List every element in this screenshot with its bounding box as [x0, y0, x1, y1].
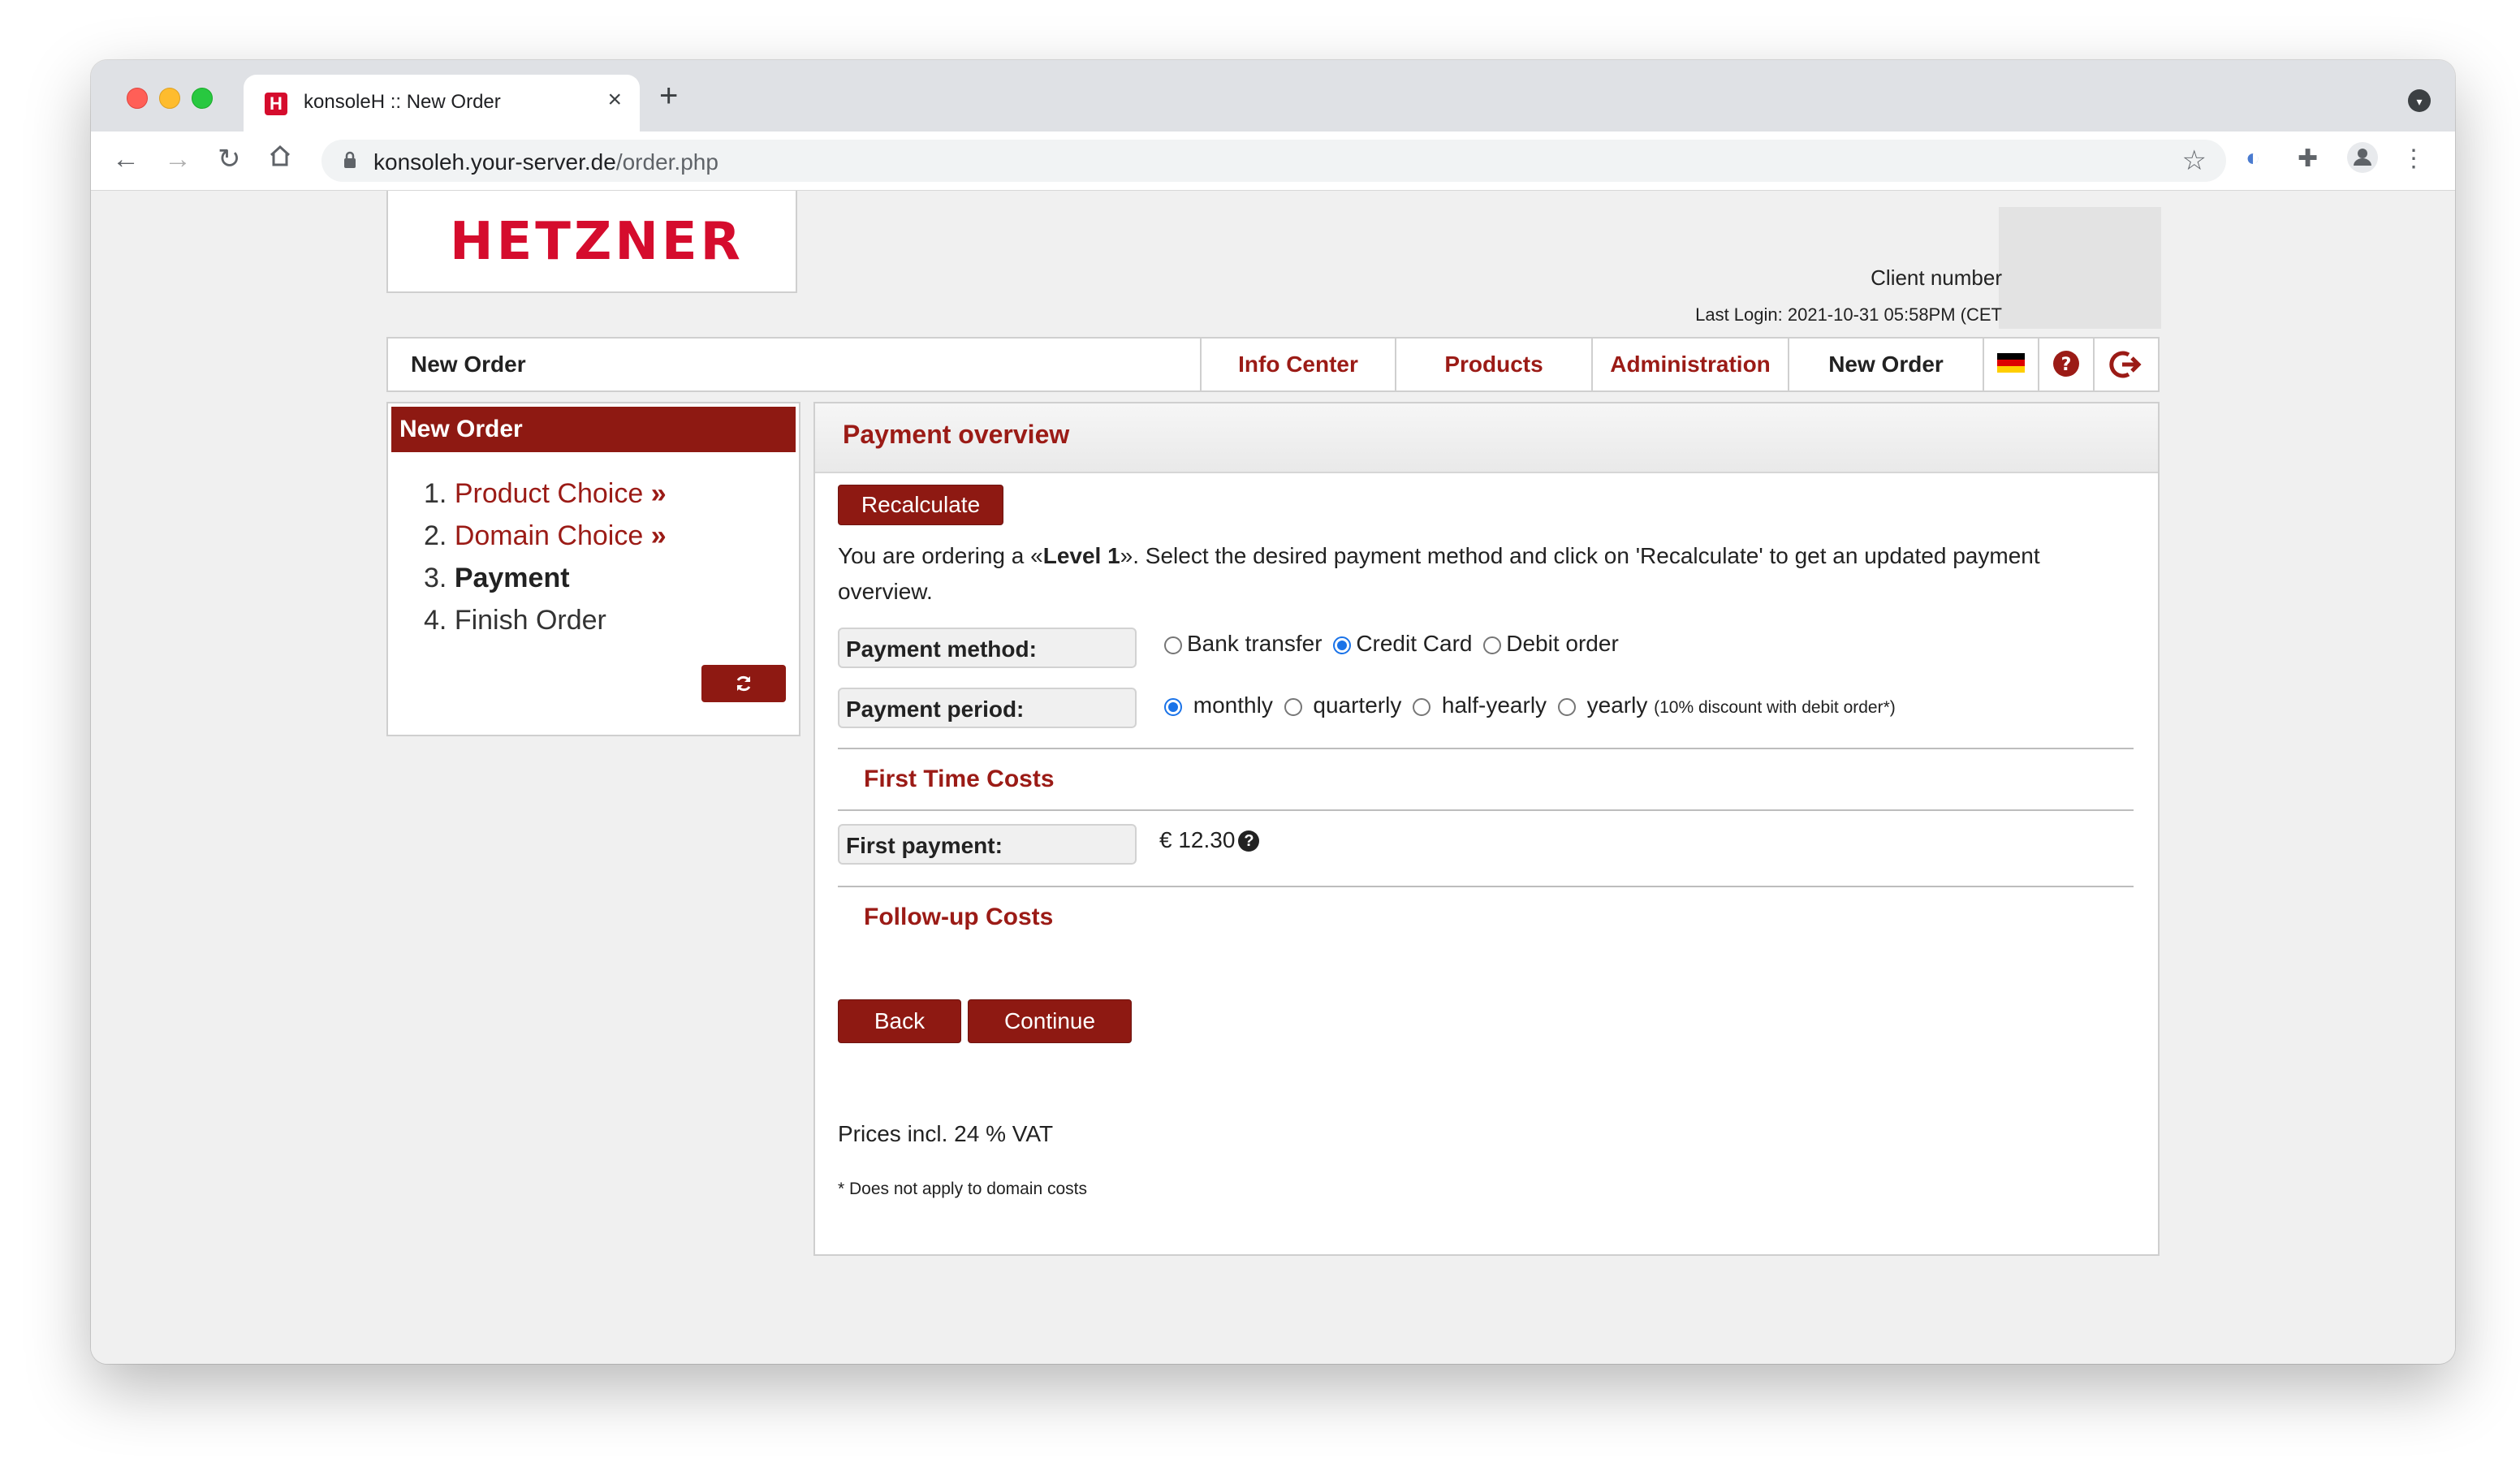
first-time-costs-title: First Time Costs — [864, 766, 1055, 792]
order-intro-text: You are ordering a «Level 1». Select the… — [838, 543, 2040, 604]
back-arrow-icon[interactable]: ← — [112, 143, 140, 175]
help-icon: ? — [2053, 351, 2079, 377]
option-label: Credit Card — [1356, 631, 1473, 656]
divider — [838, 748, 2134, 749]
profile-avatar-icon[interactable] — [2346, 141, 2379, 180]
radio-monthly[interactable] — [1164, 698, 1182, 716]
logout-button[interactable] — [2093, 339, 2158, 390]
step-link[interactable]: Domain Choice — [455, 520, 643, 551]
footnote: * Does not apply to domain costs — [838, 1180, 1088, 1198]
tab-title: konsoleH :: New Order — [304, 91, 501, 113]
new-tab-icon[interactable]: + — [659, 80, 678, 112]
account-info-block — [1999, 207, 2161, 329]
nav-item-administration[interactable]: Administration — [1591, 339, 1788, 390]
reload-icon[interactable]: ↻ — [218, 143, 241, 175]
language-switch[interactable] — [1983, 339, 2038, 390]
forward-arrow-icon[interactable]: → — [164, 143, 192, 175]
panel-title: Payment overview — [843, 420, 1070, 449]
bookmark-star-icon[interactable]: ☆ — [2182, 145, 2207, 177]
step-product-choice[interactable]: 1. Product Choice » — [424, 478, 667, 520]
divider — [838, 886, 2134, 887]
order-steps-sidebar: New Order 1. Product Choice » 2. Domain … — [386, 402, 800, 736]
follow-up-costs-title: Follow-up Costs — [864, 904, 1054, 930]
radio-credit-card[interactable] — [1333, 636, 1352, 654]
payment-period-label: Payment period: — [838, 688, 1137, 728]
payment-method-label: Payment method: — [838, 628, 1137, 668]
logout-icon — [2109, 351, 2142, 378]
close-tab-icon[interactable]: × — [607, 86, 622, 114]
divider — [838, 809, 2134, 811]
step-link-arrow[interactable]: » — [643, 520, 667, 551]
option-label: half-yearly — [1441, 692, 1547, 718]
hetzner-logo: HETZNER — [450, 212, 744, 272]
option-label: quarterly — [1313, 692, 1402, 718]
close-window-button[interactable] — [127, 88, 148, 109]
back-button[interactable]: Back — [838, 999, 961, 1043]
extension-icon[interactable]: ◐ — [2246, 145, 2260, 172]
option-label: Bank transfer — [1187, 631, 1323, 656]
minimize-window-button[interactable] — [159, 88, 180, 109]
address-bar[interactable]: konsoleh.your-server.de/order.php ☆ — [321, 140, 2226, 182]
browser-window: H konsoleH :: New Order × + ▾ ← → ↻ kons… — [91, 60, 2455, 1364]
tab-search-icon[interactable]: ▾ — [2408, 89, 2431, 112]
vat-note: Prices incl. 24 % VAT — [838, 1121, 1054, 1146]
hetzner-favicon-icon: H — [265, 93, 287, 115]
payment-period-options: monthly quarterly half-yearly yearly (10… — [1159, 692, 1896, 718]
option-label: Debit order — [1506, 631, 1619, 656]
browser-menu-icon[interactable]: ⋮ — [2401, 145, 2426, 173]
step-payment: 3. Payment — [424, 563, 570, 593]
logo-container[interactable]: HETZNER — [386, 191, 797, 293]
browser-toolbar: ← → ↻ konsoleh.your-server.de/order.php … — [91, 132, 2455, 191]
german-flag-icon — [1997, 353, 2025, 373]
radio-yearly[interactable] — [1557, 698, 1576, 716]
panel-header: Payment overview — [815, 403, 2158, 473]
refresh-icon — [736, 675, 751, 692]
extensions-puzzle-icon[interactable]: ✚ — [2298, 145, 2318, 173]
radio-quarterly[interactable] — [1284, 698, 1302, 716]
payment-overview-panel: Payment overview Recalculate You are ord… — [813, 402, 2160, 1256]
radio-bank-transfer[interactable] — [1164, 636, 1182, 654]
payment-method-options: Bank transfer Credit Card Debit order — [1159, 631, 1619, 657]
client-number-label: Client number — [1871, 265, 2002, 290]
step-finish-order: 4. Finish Order — [424, 605, 606, 636]
nav-item-products[interactable]: Products — [1395, 339, 1591, 390]
sidebar-heading: New Order — [391, 407, 796, 452]
url-text: konsoleh.your-server.de/order.php — [373, 149, 718, 175]
last-login-text: Last Login: 2021-10-31 05:58PM (CET — [1695, 304, 2002, 325]
radio-half-yearly[interactable] — [1413, 698, 1431, 716]
nav-item-info-center[interactable]: Info Center — [1200, 339, 1395, 390]
radio-debit-order[interactable] — [1483, 636, 1502, 654]
order-steps-list: 1. Product Choice » 2. Domain Choice » 3… — [424, 478, 667, 647]
first-payment-amount: € 12.30? — [1159, 827, 1260, 853]
continue-button[interactable]: Continue — [968, 999, 1132, 1043]
lock-icon — [344, 151, 356, 168]
svg-text:?: ? — [2061, 355, 2072, 375]
recalculate-button[interactable]: Recalculate — [838, 485, 1003, 525]
first-payment-label: First payment: — [838, 824, 1137, 865]
step-link[interactable]: Product Choice — [455, 478, 643, 509]
home-icon[interactable] — [268, 143, 292, 175]
info-question-icon[interactable]: ? — [1238, 830, 1260, 852]
browser-tab[interactable]: H konsoleH :: New Order × — [244, 75, 640, 132]
option-label: yearly — [1586, 692, 1648, 718]
maximize-window-button[interactable] — [192, 88, 213, 109]
page-viewport: HETZNER Client number Last Login: 2021-1… — [91, 191, 2455, 1364]
tab-bar: H konsoleH :: New Order × + ▾ — [91, 60, 2455, 132]
page-title: New Order — [411, 352, 526, 377]
main-navbar: New Order Info Center Products Administr… — [386, 337, 2160, 392]
yearly-discount-note: (10% discount with debit order*) — [1654, 698, 1896, 717]
option-label: monthly — [1193, 692, 1273, 718]
refresh-button[interactable] — [701, 665, 786, 702]
step-domain-choice[interactable]: 2. Domain Choice » — [424, 520, 667, 563]
nav-item-new-order[interactable]: New Order — [1788, 339, 1983, 390]
step-link-arrow[interactable]: » — [643, 478, 667, 509]
help-button[interactable]: ? — [2038, 339, 2093, 390]
